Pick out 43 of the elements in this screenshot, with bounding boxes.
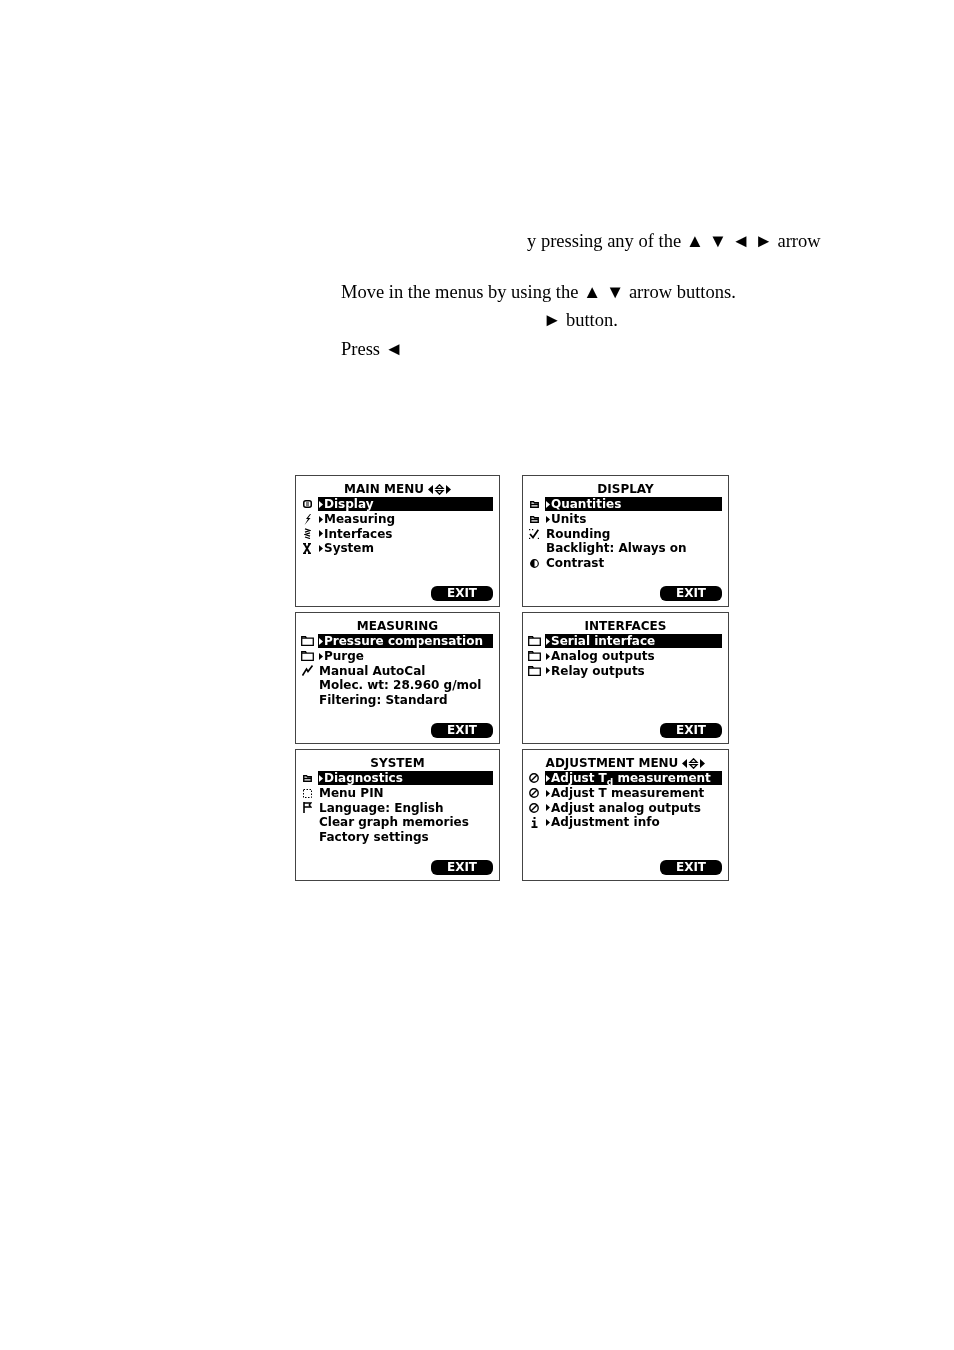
menu-item[interactable]: Serial interface (545, 634, 722, 649)
screen-title: MEASURING (356, 619, 439, 633)
menu-item[interactable]: Diagnostics (318, 771, 493, 786)
info-icon (530, 816, 538, 828)
lightning-icon (303, 513, 311, 525)
tools-icon (303, 542, 311, 554)
exit-button[interactable]: EXIT (431, 586, 493, 601)
instruction-text: y pressing any of the ▲ ▼ ◄ ► arrow (527, 231, 821, 251)
folder-icon (302, 774, 312, 782)
contrast-icon (529, 558, 539, 568)
circle-slash-icon (529, 773, 539, 784)
menu-item[interactable]: Pressure compensation (318, 634, 493, 649)
circle-slash-icon (529, 788, 539, 799)
folder-icon (527, 636, 541, 647)
exit-button[interactable]: EXIT (660, 723, 722, 738)
instruction-text: ► button. (543, 310, 618, 330)
exit-button[interactable]: EXIT (660, 586, 722, 601)
flag-icon (302, 802, 312, 814)
exit-button[interactable]: EXIT (431, 723, 493, 738)
folder-icon (300, 651, 314, 662)
lightning-icon (301, 665, 313, 677)
instruction-text: Press ◄ (341, 339, 403, 359)
exit-button[interactable]: EXIT (660, 860, 722, 875)
screen-title: DISPLAY (597, 482, 654, 496)
folder-icon (527, 651, 541, 662)
menu-item[interactable]: Adjust T$_{d}$ measurement (545, 771, 722, 786)
screen-title: INTERFACES (584, 619, 667, 633)
instruction-text: Move in the menus by using the ▲ ▼ arrow buttons. (341, 282, 736, 302)
menu-item[interactable]: Display (318, 497, 493, 512)
screen-title: SYSTEM (370, 756, 425, 770)
screen-icon (302, 500, 312, 509)
folder-icon (527, 665, 541, 676)
zigzag-icon (303, 528, 311, 540)
checkmark-icon (529, 528, 539, 539)
dotted-square-icon (302, 788, 312, 798)
screen-title: ADJUSTMENT MENU (545, 756, 679, 770)
circle-slash-icon (529, 802, 539, 813)
screen-title: MAIN MENU (344, 482, 424, 496)
folder-icon (300, 636, 314, 647)
folder-icon (529, 500, 539, 508)
exit-button[interactable]: EXIT (431, 860, 493, 875)
menu-item[interactable]: Quantities (545, 497, 722, 512)
folder-icon (529, 515, 539, 523)
